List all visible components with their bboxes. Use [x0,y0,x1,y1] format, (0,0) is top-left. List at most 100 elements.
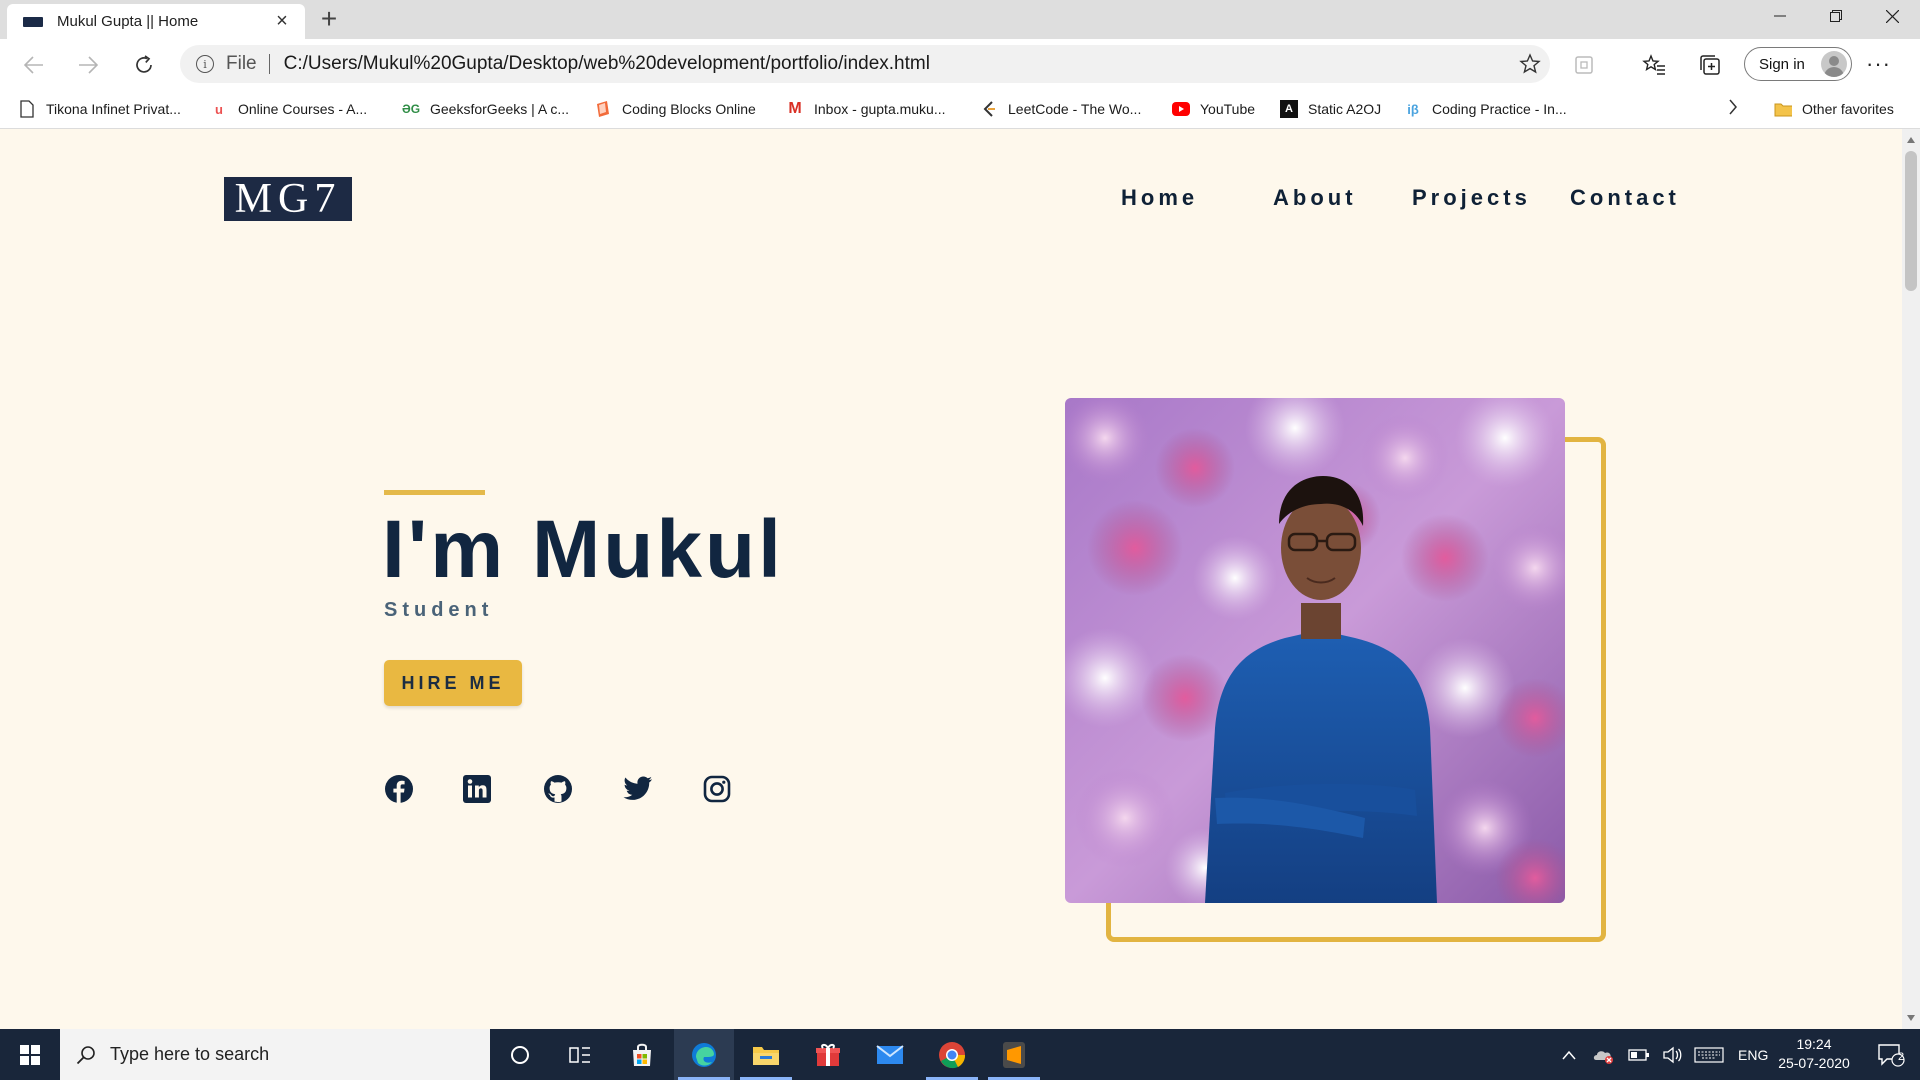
favorites-bar: Tikona Infinet Privat... u Online Course… [0,89,1920,129]
nav-about[interactable]: About [1273,185,1357,211]
a2oj-icon: A [1280,100,1298,118]
favorite-item[interactable]: A Static A2OJ [1280,97,1381,121]
cortana-icon [511,1045,529,1064]
url-text[interactable]: C:/Users/Mukul%20Gupta/Desktop/web%20dev… [284,53,1510,75]
scroll-down-arrow-icon[interactable] [1907,1015,1915,1021]
favorite-label: Online Courses - A... [238,101,368,117]
input-language[interactable]: ENG [1738,1047,1768,1063]
other-favorites-folder[interactable]: Other favorites [1774,97,1894,121]
hero-subtitle: Student [384,599,494,621]
twitter-icon[interactable] [622,773,654,805]
instagram-icon[interactable] [701,773,733,805]
site-logo[interactable]: MG7 [224,177,352,221]
title-accent-line [384,490,485,495]
interviewbit-icon: iβ [1407,101,1419,117]
url-separator [268,54,270,74]
favorite-label: Coding Practice - In... [1432,101,1567,117]
close-window-button[interactable] [1864,0,1920,32]
coding-blocks-icon [594,100,612,118]
favorite-label: Coding Blocks Online [622,101,756,117]
site-info-icon[interactable]: i [196,55,214,73]
system-tray: ENG [1562,1029,1768,1080]
sign-in-label: Sign in [1759,55,1805,73]
address-bar[interactable]: i File C:/Users/Mukul%20Gupta/Desktop/we… [180,45,1550,83]
edge-icon [692,1042,716,1067]
youtube-icon [1172,100,1190,118]
minimize-button[interactable] [1752,0,1808,32]
hero-title: I'm Mukul [382,504,784,595]
mail-icon [876,1044,904,1064]
gift-icon [816,1043,840,1066]
taskbar-edge[interactable] [674,1029,734,1080]
battery-icon[interactable] [1628,1048,1650,1062]
task-view-button[interactable] [550,1029,610,1080]
page-scrollbar[interactable] [1902,129,1920,1029]
favorite-item[interactable]: M Inbox - gupta.muku... [786,97,946,121]
favorite-label: GeeksforGeeks | A c... [430,101,570,117]
keyboard-icon[interactable] [1694,1046,1724,1063]
forward-button[interactable] [70,47,106,83]
favorite-item[interactable]: iβ Coding Practice - In... [1404,97,1567,121]
favorite-item[interactable]: LeetCode - The Wo... [980,97,1141,121]
favorite-label: Tikona Infinet Privat... [46,101,181,117]
leetcode-icon [980,100,998,118]
udemy-icon: u [215,101,223,117]
page-icon [18,100,36,118]
favorite-item[interactable]: ƏG GeeksforGeeks | A c... [402,97,569,121]
chrome-icon [939,1041,966,1068]
refresh-button[interactable] [126,47,162,83]
search-icon [76,1045,95,1064]
favorite-item[interactable]: Tikona Infinet Privat... [18,97,181,121]
browser-tab-strip: Mukul Gupta || Home × + [0,0,1920,39]
tab-close-icon[interactable]: × [271,10,293,33]
taskbar-gift-app[interactable] [798,1029,858,1080]
profile-avatar-icon [1821,51,1847,77]
chevron-up-icon[interactable] [1562,1050,1576,1060]
taskbar-mail[interactable] [860,1029,920,1080]
new-tab-button[interactable]: + [314,4,344,34]
onedrive-icon[interactable] [1592,1046,1614,1064]
favorite-star-icon[interactable] [1510,53,1550,75]
favorite-item[interactable]: Coding Blocks Online [594,97,756,121]
microsoft-store-icon [633,1043,651,1066]
linkedin-icon[interactable] [461,773,493,805]
github-icon[interactable] [542,773,574,805]
cortana-button[interactable] [490,1029,550,1080]
start-button[interactable] [0,1029,60,1080]
nav-home[interactable]: Home [1121,185,1198,211]
facebook-icon[interactable] [383,773,415,805]
portfolio-page: MG7 Home About Projects Contact I'm Muku… [0,129,1902,1029]
taskbar-chrome[interactable] [922,1029,982,1080]
chevron-right-icon[interactable] [1728,99,1738,120]
folder-icon [1774,100,1792,118]
action-center-button[interactable]: 2 [1862,1029,1920,1080]
taskbar-search-box[interactable]: Type here to search [60,1029,490,1080]
taskbar-search-placeholder: Type here to search [110,1044,270,1064]
system-clock[interactable]: 19:24 25-07-2020 [1766,1035,1862,1073]
sign-in-button[interactable]: Sign in [1744,47,1852,81]
favorite-item[interactable]: YouTube [1172,97,1255,121]
scroll-thumb[interactable] [1905,151,1917,291]
restore-button[interactable] [1808,0,1864,32]
favorite-label: YouTube [1200,101,1256,117]
windows-logo-icon [20,1044,40,1065]
collections-icon[interactable] [1696,51,1724,79]
taskbar-file-explorer[interactable] [736,1029,796,1080]
favorite-label: Static A2OJ [1308,101,1382,117]
task-view-icon [569,1046,590,1063]
more-menu-icon[interactable]: ··· [1866,51,1891,77]
extension-icon[interactable] [1570,51,1598,79]
scroll-up-arrow-icon[interactable] [1907,137,1915,143]
hire-me-button[interactable]: HIRE ME [384,660,522,706]
nav-contact[interactable]: Contact [1570,185,1680,211]
favorites-icon[interactable] [1640,51,1668,79]
taskbar-store[interactable] [612,1029,672,1080]
browser-tab[interactable]: Mukul Gupta || Home × [7,4,305,39]
favorite-item[interactable]: u Online Courses - A... [210,97,367,121]
taskbar-sublime[interactable] [984,1029,1044,1080]
volume-icon[interactable] [1662,1046,1682,1064]
nav-projects[interactable]: Projects [1412,185,1531,211]
back-button[interactable] [16,47,52,83]
favorite-label: Inbox - gupta.muku... [814,101,946,117]
file-explorer-icon [753,1046,779,1065]
